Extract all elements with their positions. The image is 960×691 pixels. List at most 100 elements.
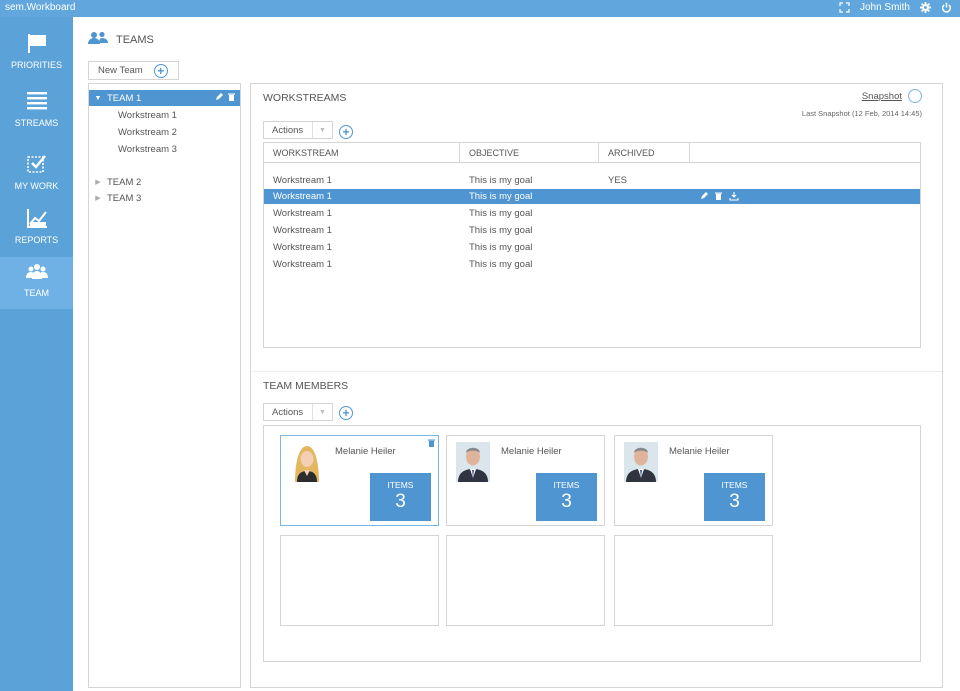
cell-workstream: Workstream 1 bbox=[273, 191, 332, 202]
nav-label: PRIORITIES bbox=[10, 60, 62, 70]
gear-icon[interactable] bbox=[920, 2, 931, 13]
workstreams-table: WORKSTREAM OBJECTIVE ARCHIVED Workstream… bbox=[263, 142, 921, 348]
members-actions-dropdown[interactable]: Actions ▼ bbox=[263, 403, 333, 421]
column-header[interactable]: WORKSTREAM bbox=[264, 143, 460, 162]
chart-icon bbox=[26, 208, 48, 230]
tree-item-team-2[interactable]: ▶ TEAM 2 bbox=[89, 174, 240, 190]
table-header: WORKSTREAM OBJECTIVE ARCHIVED bbox=[264, 143, 920, 163]
empty-member-slot bbox=[280, 535, 439, 626]
avatar bbox=[456, 442, 490, 482]
app-title: sem.Workboard bbox=[5, 2, 76, 13]
team-name: TEAM 2 bbox=[107, 176, 142, 188]
member-card[interactable]: Melanie Heiler ITEMS 3 bbox=[280, 435, 439, 526]
page-title: TEAMS bbox=[116, 33, 154, 46]
cell-workstream: Workstream 1 bbox=[273, 259, 332, 270]
divider bbox=[252, 371, 942, 372]
tree-item-team-1[interactable]: ▼ TEAM 1 bbox=[89, 90, 240, 106]
table-row[interactable]: Workstream 1 This is my goal bbox=[264, 240, 920, 255]
cell-objective: This is my goal bbox=[469, 259, 533, 270]
chevron-down-icon: ▼ bbox=[312, 404, 332, 420]
tree-item-workstream[interactable]: Workstream 2 bbox=[118, 127, 177, 138]
member-card[interactable]: Melanie Heiler ITEMS 3 bbox=[614, 435, 773, 526]
cell-workstream: Workstream 1 bbox=[273, 225, 332, 236]
caret-down-icon[interactable]: ▼ bbox=[89, 95, 107, 102]
dropdown-label: Actions bbox=[272, 125, 304, 136]
snapshot-link[interactable]: Snapshot bbox=[862, 91, 902, 102]
nav-item-my-work[interactable]: MY WORK bbox=[0, 150, 73, 202]
checkbox-icon bbox=[26, 154, 48, 176]
main-content: TEAMS New Team + ▼ TEAM 1 Workstream 1 W… bbox=[73, 17, 960, 691]
trash-icon[interactable] bbox=[715, 192, 722, 204]
power-icon[interactable] bbox=[941, 2, 952, 13]
cell-objective: This is my goal bbox=[469, 225, 533, 236]
team-tree: ▼ TEAM 1 Workstream 1 Workstream 2 Works… bbox=[88, 83, 241, 688]
column-header[interactable]: OBJECTIVE bbox=[460, 143, 599, 162]
column-header[interactable]: ARCHIVED bbox=[599, 143, 690, 162]
workstreams-title: WORKSTREAMS bbox=[263, 92, 347, 104]
cell-archived: YES bbox=[608, 175, 628, 186]
pencil-icon[interactable] bbox=[215, 93, 223, 104]
items-badge: ITEMS 3 bbox=[704, 473, 765, 521]
workstreams-panel: WORKSTREAMS Snapshot Last Snapshot (12 F… bbox=[250, 83, 943, 688]
pencil-icon[interactable] bbox=[700, 192, 708, 204]
top-bar: sem.Workboard John Smith bbox=[0, 0, 960, 17]
member-card[interactable]: Melanie Heiler ITEMS 3 bbox=[446, 435, 605, 526]
table-row[interactable]: Workstream 1 This is my goal bbox=[264, 223, 920, 238]
chevron-down-icon: ▼ bbox=[312, 122, 332, 138]
cell-workstream: Workstream 1 bbox=[273, 175, 332, 186]
avatar bbox=[290, 442, 324, 482]
tree-item-workstream[interactable]: Workstream 3 bbox=[118, 144, 177, 155]
add-workstream-button[interactable]: + bbox=[339, 125, 353, 139]
team-icon bbox=[25, 263, 48, 283]
nav-item-streams[interactable]: STREAMS bbox=[0, 87, 73, 139]
add-member-button[interactable]: + bbox=[339, 406, 353, 420]
empty-member-slot bbox=[614, 535, 773, 626]
member-name: Melanie Heiler bbox=[669, 446, 730, 457]
new-team-label: New Team bbox=[98, 65, 143, 76]
items-label: ITEMS bbox=[721, 480, 748, 490]
items-label: ITEMS bbox=[553, 480, 580, 490]
nav-label: TEAM bbox=[23, 288, 49, 298]
tree-item-team-3[interactable]: ▶ TEAM 3 bbox=[89, 190, 240, 206]
caret-right-icon[interactable]: ▶ bbox=[89, 194, 107, 202]
member-name: Melanie Heiler bbox=[335, 446, 396, 457]
workstreams-actions-dropdown[interactable]: Actions ▼ bbox=[263, 121, 333, 139]
cell-objective: This is my goal bbox=[469, 242, 533, 253]
dropdown-label: Actions bbox=[272, 407, 304, 418]
fullscreen-icon[interactable] bbox=[839, 2, 850, 13]
members-grid: Melanie Heiler ITEMS 3 Melanie Heiler IT… bbox=[263, 425, 921, 662]
nav-item-priorities[interactable]: PRIORITIES bbox=[0, 29, 73, 81]
trash-icon[interactable] bbox=[228, 93, 235, 104]
nav-item-team[interactable]: TEAM bbox=[0, 257, 73, 309]
streams-icon bbox=[26, 91, 48, 113]
last-snapshot-text: Last Snapshot (12 Feb, 2014 14:45) bbox=[801, 109, 922, 118]
snapshot-control[interactable]: Snapshot bbox=[862, 89, 922, 103]
items-count: 3 bbox=[395, 491, 406, 512]
page-header: TEAMS bbox=[88, 31, 154, 48]
avatar bbox=[624, 442, 658, 482]
items-count: 3 bbox=[729, 491, 740, 512]
cell-objective: This is my goal bbox=[469, 208, 533, 219]
cell-workstream: Workstream 1 bbox=[273, 208, 332, 219]
trash-icon[interactable] bbox=[428, 439, 435, 450]
items-badge: ITEMS 3 bbox=[370, 473, 431, 521]
nav-item-reports[interactable]: REPORTS bbox=[0, 204, 73, 256]
top-bar-right: John Smith bbox=[839, 2, 952, 13]
table-row[interactable]: Workstream 1 This is my goal bbox=[264, 257, 920, 272]
tree-item-workstream[interactable]: Workstream 1 bbox=[118, 110, 177, 121]
nav-label: REPORTS bbox=[14, 235, 59, 245]
table-row[interactable]: Workstream 1 This is my goal bbox=[264, 189, 920, 204]
caret-right-icon[interactable]: ▶ bbox=[89, 178, 107, 186]
plus-icon: + bbox=[153, 63, 168, 78]
user-name[interactable]: John Smith bbox=[860, 2, 910, 13]
items-badge: ITEMS 3 bbox=[536, 473, 597, 521]
new-team-button[interactable]: New Team + bbox=[88, 61, 179, 80]
nav-label: MY WORK bbox=[14, 181, 59, 191]
nav-label: STREAMS bbox=[14, 118, 59, 128]
download-icon[interactable] bbox=[729, 192, 739, 204]
snapshot-icon[interactable] bbox=[908, 89, 922, 103]
table-row[interactable]: Workstream 1 This is my goal YES bbox=[264, 173, 920, 188]
cell-workstream: Workstream 1 bbox=[273, 242, 332, 253]
table-row[interactable]: Workstream 1 This is my goal bbox=[264, 206, 920, 221]
member-name: Melanie Heiler bbox=[501, 446, 562, 457]
